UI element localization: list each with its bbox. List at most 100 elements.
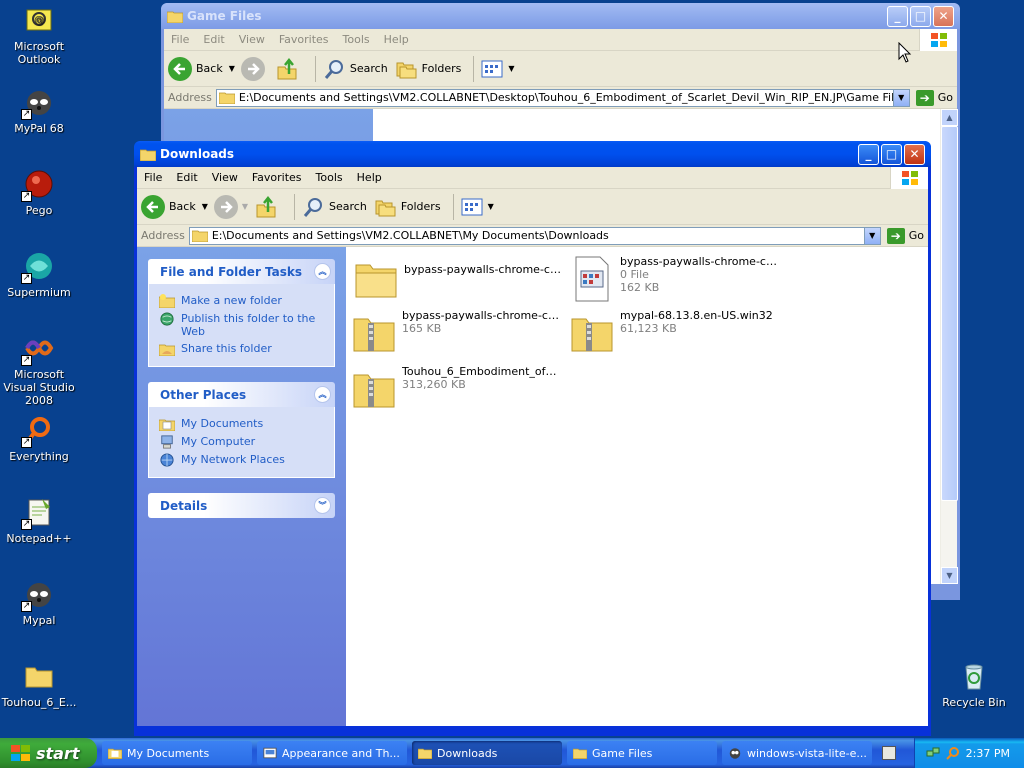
desktop-icon-label: Touhou_6_E... [1,696,77,709]
desktop-icon-notepadpp[interactable]: ↗ Notepad++ [0,496,78,545]
my-documents-link[interactable]: My Documents [159,417,324,431]
panel-header[interactable]: Details ︾ [148,493,335,518]
forward-button[interactable]: ▼ [213,194,248,219]
search-button[interactable]: Search [301,195,367,219]
minimize-button[interactable]: _ [858,143,879,165]
menu-tools[interactable]: Tools [309,171,350,184]
forward-button[interactable] [240,56,269,81]
make-new-folder-link[interactable]: Make a new folder [159,294,324,308]
taskbar-button-browser[interactable]: windows-vista-lite-e... [722,741,872,765]
menu-help[interactable]: Help [350,171,389,184]
up-folder-button[interactable] [275,57,303,81]
collapse-chevron-icon[interactable]: ︽ [314,263,331,280]
go-button[interactable]: ➔ Go [886,227,924,244]
up-folder-button[interactable] [254,195,282,219]
zip-folder-icon [353,374,395,408]
address-label: Address [141,229,185,242]
back-arrow-icon [168,56,192,81]
desktop-icon-supermium[interactable]: ↗ Supermium [0,250,78,299]
menu-view[interactable]: View [205,171,245,184]
views-icon [460,195,484,219]
menu-edit[interactable]: Edit [169,171,204,184]
address-input[interactable]: E:\Documents and Settings\VM2.COLLABNET\… [188,226,881,245]
folder-icon [23,660,55,692]
menu-tools[interactable]: Tools [336,33,377,46]
folder-icon [418,748,432,759]
maximize-button[interactable]: □ [910,5,931,27]
up-folder-icon [254,195,278,219]
address-dropdown-button[interactable]: ▼ [863,227,880,244]
my-network-places-link[interactable]: My Network Places [159,453,324,467]
title-bar[interactable]: Downloads _ □ ✕ [134,141,931,167]
desktop-icon-pego[interactable]: ↗ Pego [0,168,78,217]
file-folder-tasks-panel: File and Folder Tasks ︽ Make a new folde… [148,259,335,367]
menu-file[interactable]: File [164,33,196,46]
views-button[interactable]: ▼ [480,57,515,81]
vertical-scrollbar[interactable]: ▲ ▼ [940,109,958,584]
menu-file[interactable]: File [137,171,169,184]
publish-folder-link[interactable]: Publish this folder to the Web [159,312,324,338]
menu-view[interactable]: View [232,33,272,46]
desktop-icon-outlook[interactable]: @ Microsoft Outlook [0,4,78,66]
file-item[interactable]: bypass-paywalls-chrome-clea... 0 File 16… [568,255,783,303]
address-dropdown-button[interactable]: ▼ [892,89,909,106]
taskbar-button-downloads[interactable]: Downloads [412,741,562,765]
back-button[interactable]: Back ▼ [141,194,208,219]
menu-favorites[interactable]: Favorites [272,33,336,46]
expand-chevron-icon[interactable]: ︾ [314,497,331,514]
desktop-icon-mypal68[interactable]: ↗ MyPal 68 [0,86,78,135]
file-name: bypass-paywalls-chrome-clea... [620,255,780,268]
explorer-body: File and Folder Tasks ︽ Make a new folde… [137,247,928,726]
panel-header[interactable]: File and Folder Tasks ︽ [148,259,335,284]
taskbar-button-game-files[interactable]: Game Files [567,741,717,765]
file-name: Touhou_6_Embodiment_of_Sc... [402,365,562,378]
views-button[interactable]: ▼ [460,195,494,219]
file-item[interactable]: bypass-paywalls-chrome-clea... 165 KB [350,309,565,357]
close-button[interactable]: ✕ [904,143,925,165]
menu-favorites[interactable]: Favorites [245,171,309,184]
downloads-window[interactable]: Downloads _ □ ✕ File Edit View Favorites… [134,141,931,736]
address-input[interactable]: E:\Documents and Settings\VM2.COLLABNET\… [215,88,910,107]
windows-logo-icon [919,29,957,51]
shortcut-arrow-icon: ↗ [21,109,32,120]
desktop-icon-touhou-folder[interactable]: Touhou_6_E... [0,660,78,709]
search-icon[interactable] [945,746,960,760]
close-button[interactable]: ✕ [933,5,954,27]
file-item[interactable]: Touhou_6_Embodiment_of_Sc... 313,260 KB [350,365,565,413]
mypal-icon: ↗ [21,578,55,612]
file-item[interactable]: bypass-paywalls-chrome-clea... [352,255,567,303]
maximize-button[interactable]: □ [881,143,902,165]
menu-help[interactable]: Help [377,33,416,46]
menu-bar: File Edit View Favorites Tools Help [164,29,957,51]
desktop-icon-mypal[interactable]: ↗ Mypal [0,578,78,627]
network-icon[interactable] [926,746,940,760]
go-button[interactable]: ➔ Go [915,89,953,106]
desktop-icon-recycle-bin[interactable]: Recycle Bin [935,660,1013,709]
clock[interactable]: 2:37 PM [966,747,1010,760]
menu-edit[interactable]: Edit [196,33,231,46]
title-bar[interactable]: Game Files _ □ ✕ [161,3,960,29]
scroll-up-button[interactable]: ▲ [941,109,958,126]
scroll-thumb[interactable] [941,126,958,501]
file-name: bypass-paywalls-chrome-clea... [404,263,564,276]
start-button[interactable]: start [0,738,97,768]
keyboard-icon[interactable] [882,746,896,760]
search-button[interactable]: Search [322,57,388,81]
taskbar-button-appearance[interactable]: Appearance and Th... [257,741,407,765]
supermium-icon: ↗ [21,250,55,284]
desktop-icon-label: Microsoft Visual Studio 2008 [3,368,75,407]
taskbar-button-my-documents[interactable]: My Documents [102,741,252,765]
my-computer-link[interactable]: My Computer [159,435,324,449]
desktop-icon-visual-studio[interactable]: ↗ Microsoft Visual Studio 2008 [0,332,78,407]
folders-button[interactable]: Folders [394,57,461,81]
desktop-icon-label: Recycle Bin [942,696,1006,709]
collapse-chevron-icon[interactable]: ︽ [314,386,331,403]
folders-button[interactable]: Folders [373,195,441,219]
scroll-down-button[interactable]: ▼ [941,567,958,584]
panel-header[interactable]: Other Places ︽ [148,382,335,407]
back-button[interactable]: Back ▼ [168,56,235,81]
file-item[interactable]: mypal-68.13.8.en-US.win32 61,123 KB [568,309,783,357]
share-folder-link[interactable]: Share this folder [159,342,324,356]
minimize-button[interactable]: _ [887,5,908,27]
desktop-icon-everything[interactable]: ↗ Everything [0,414,78,463]
